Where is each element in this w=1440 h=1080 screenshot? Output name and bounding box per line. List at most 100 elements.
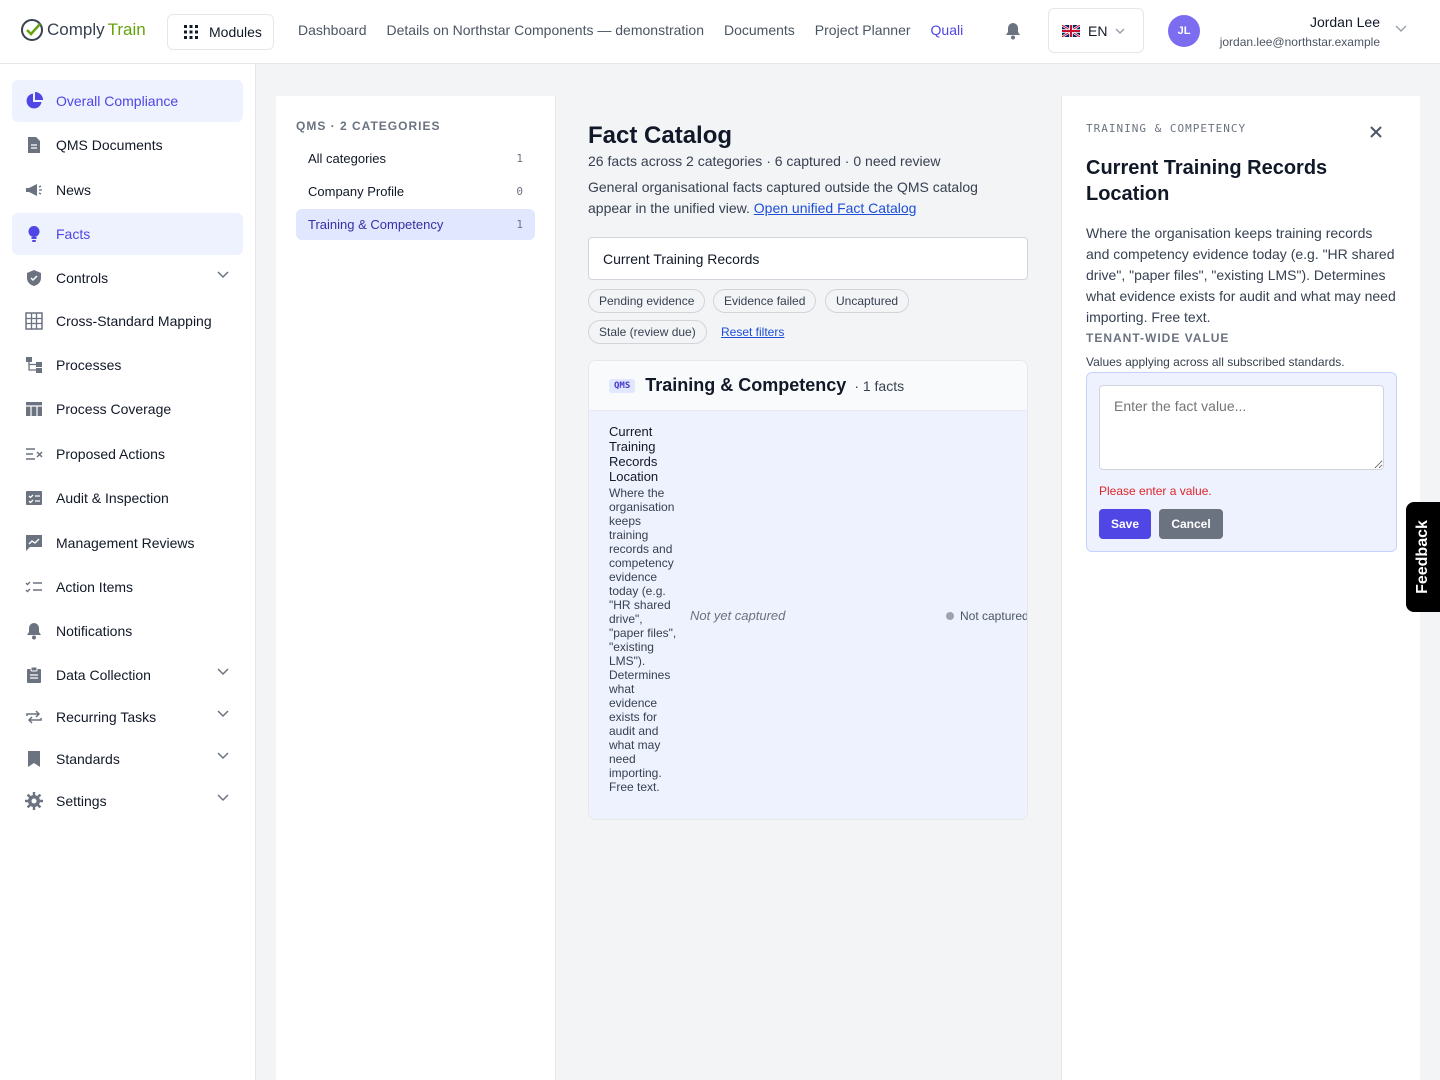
nav-project-planner[interactable]: Project Planner (815, 22, 911, 38)
chevron-down-icon (217, 668, 229, 676)
sidebar-item-label: Audit & Inspection (56, 490, 169, 506)
status-label: Not captured (960, 609, 1028, 623)
language-label: EN (1088, 22, 1108, 39)
sidebar-item-label: Proposed Actions (56, 446, 165, 462)
category-count: 1 (516, 152, 523, 165)
sidebar-item-processes[interactable]: Processes (12, 344, 243, 386)
modules-label: Modules (209, 24, 262, 40)
sidebar-item-label: Controls (56, 270, 109, 286)
top-nav: Dashboard Details on Northstar Component… (298, 22, 963, 38)
category-group-card: QMS Training & Competency · 1 facts Curr… (588, 360, 1028, 820)
sidebar-item-label: Cross-Standard Mapping (56, 313, 212, 329)
pie-chart-icon (24, 91, 44, 111)
bookmark-icon (24, 749, 44, 769)
filter-chip-evidence-failed[interactable]: Evidence failed (713, 289, 817, 313)
search-input[interactable] (588, 237, 1028, 280)
sidebar-item-news[interactable]: News (12, 169, 243, 211)
user-menu-chevron-icon[interactable] (1395, 25, 1407, 33)
chevron-down-icon (217, 710, 229, 718)
sidebar-item-label: Management Reviews (56, 535, 195, 551)
gear-icon (24, 791, 44, 811)
chevron-down-icon (1115, 27, 1125, 34)
megaphone-icon (24, 180, 44, 200)
fact-value: Not yet captured (690, 608, 786, 623)
repeat-icon (24, 707, 44, 727)
feedback-label: Feedback (1414, 520, 1431, 594)
sidebar-item-label: Notifications (56, 623, 133, 639)
catalog-description: General organisational facts captured ou… (588, 177, 1018, 219)
nav-documents[interactable]: Documents (724, 22, 795, 38)
feedback-tab[interactable]: Feedback (1406, 502, 1440, 612)
avatar[interactable]: JL (1168, 15, 1200, 47)
sidebar-item-label: Processes (56, 357, 122, 373)
sidebar-item-action-items[interactable]: Action Items (12, 566, 243, 608)
list-check-icon (24, 444, 44, 464)
sidebar-item-proposed-actions[interactable]: Proposed Actions (12, 433, 243, 475)
category-heading: QMS · 2 CATEGORIES (296, 119, 441, 133)
fact-catalog-content: Fact Catalog 26 facts across 2 categorie… (556, 96, 1061, 1080)
group-count: · 1 facts (854, 377, 905, 394)
tenant-wide-value-help: Values applying across all subscribed st… (1086, 355, 1345, 369)
notifications-bell-icon[interactable] (1005, 22, 1021, 45)
filter-chip-uncaptured[interactable]: Uncaptured (825, 289, 910, 313)
fact-value-textarea[interactable] (1099, 385, 1384, 470)
cancel-button[interactable]: Cancel (1159, 509, 1223, 539)
fact-detail-panel: TRAINING & COMPETENCY Current Training R… (1061, 96, 1420, 1080)
grid-icon (24, 311, 44, 331)
tasks-icon (24, 577, 44, 597)
category-group-header: QMS Training & Competency · 1 facts (589, 361, 1027, 411)
sidebar-item-data-collection[interactable]: Data Collection (12, 654, 243, 696)
sidebar-item-qms-documents[interactable]: QMS Documents (12, 124, 243, 166)
sidebar-item-cross-standard-mapping[interactable]: Cross-Standard Mapping (12, 300, 243, 342)
chat-chart-icon (24, 533, 44, 553)
category-item-all[interactable]: All categories 1 (296, 143, 535, 174)
modules-button[interactable]: Modules (167, 14, 274, 50)
sidebar-item-label: Recurring Tasks (56, 709, 157, 725)
sidebar-item-label: Settings (56, 793, 107, 809)
tenant-wide-value-label: TENANT-WIDE VALUE (1086, 331, 1230, 345)
validation-error: Please enter a value. (1099, 484, 1212, 498)
fact-name: Current Training Records Location (609, 424, 659, 484)
brand-name-part1: Comply (47, 20, 105, 39)
shield-icon (24, 268, 44, 288)
sidebar-item-label: Action Items (56, 579, 134, 595)
qms-badge: QMS (609, 378, 636, 393)
category-item-training-competency[interactable]: Training & Competency 1 (296, 209, 535, 240)
fact-row[interactable]: Current Training Records Location Where … (589, 411, 1028, 819)
grid-dots-icon (184, 25, 198, 39)
bell-icon (24, 621, 44, 641)
category-item-company-profile[interactable]: Company Profile 0 (296, 176, 535, 207)
open-unified-catalog-link[interactable]: Open unified Fact Catalog (754, 200, 917, 216)
nav-dashboard[interactable]: Dashboard (298, 22, 367, 38)
sidebar-item-audit-inspection[interactable]: Audit & Inspection (12, 477, 243, 519)
detail-title: Current Training Records Location (1086, 157, 1328, 205)
nav-quali[interactable]: Quali (931, 22, 964, 38)
sidebar-item-label: News (56, 182, 92, 198)
sidebar-item-settings[interactable]: Settings (12, 780, 243, 822)
sidebar-item-management-reviews[interactable]: Management Reviews (12, 522, 243, 564)
filter-chip-stale[interactable]: Stale (review due) (588, 320, 707, 344)
sidebar-item-standards[interactable]: Standards (12, 738, 243, 780)
sidebar-item-overall-compliance[interactable]: Overall Compliance (12, 80, 243, 122)
category-label: All categories (308, 151, 387, 166)
top-bar: Comply Train Modules Dashboard Details on… (0, 0, 1440, 64)
close-icon[interactable] (1370, 126, 1382, 138)
filter-chip-pending-evidence[interactable]: Pending evidence (588, 289, 706, 313)
nav-details[interactable]: Details on Northstar Components — demons… (387, 22, 704, 38)
brand-logo[interactable]: Comply Train (20, 18, 146, 42)
language-selector[interactable]: EN (1048, 8, 1144, 53)
uk-flag-icon (1062, 24, 1080, 37)
sidebar-item-notifications[interactable]: Notifications (12, 610, 243, 652)
save-button[interactable]: Save (1099, 509, 1151, 539)
status-badge: Not captured (946, 609, 1028, 623)
group-title: Training & Competency (645, 375, 847, 395)
reset-filters-link[interactable]: Reset filters (721, 325, 784, 339)
sidebar-item-facts[interactable]: Facts (12, 213, 243, 255)
lightbulb-icon (24, 224, 44, 244)
category-count: 0 (516, 185, 523, 198)
sidebar-item-recurring-tasks[interactable]: Recurring Tasks (12, 696, 243, 738)
sidebar-item-controls[interactable]: Controls (12, 257, 243, 299)
sidebar-item-process-coverage[interactable]: Process Coverage (12, 388, 243, 430)
flow-icon (24, 355, 44, 375)
clipboard-icon (24, 665, 44, 685)
